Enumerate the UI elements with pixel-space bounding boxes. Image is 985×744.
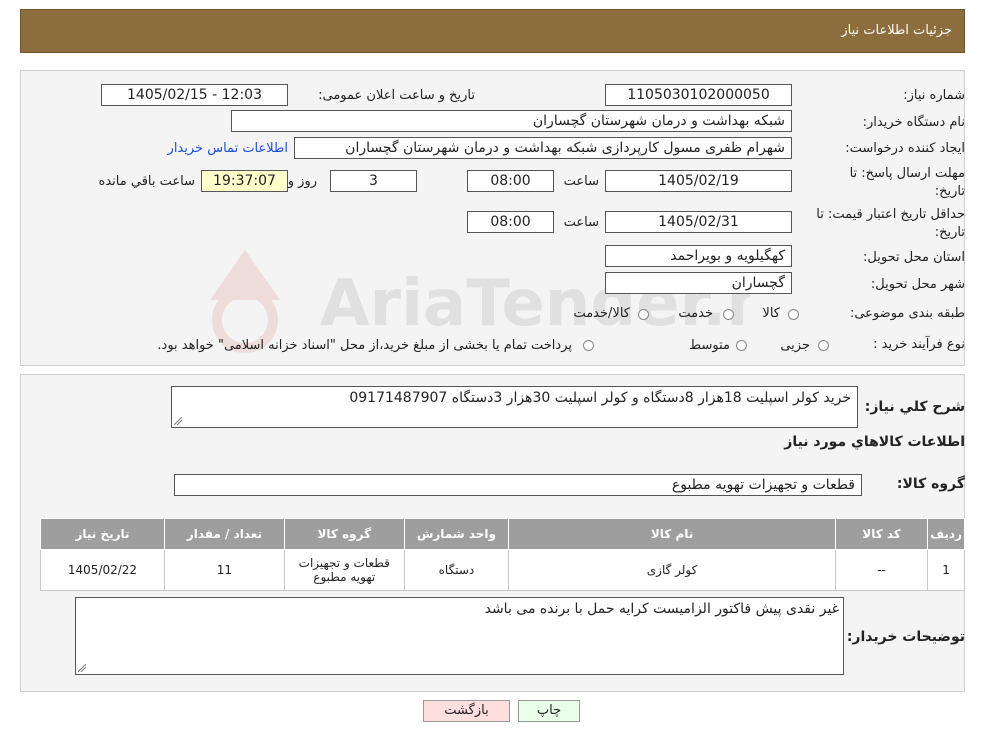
reply-time-field: 08:00 [467, 170, 554, 192]
province-label: استان محل تحویل: [863, 250, 965, 265]
category-radio-service[interactable] [723, 309, 734, 320]
category-option-service: خدمت [678, 306, 713, 321]
goods-group-label: گروه کالا: [896, 476, 965, 492]
description-box: خرید کولر اسپلیت 18هزار 8دستگاه و کولر ا… [171, 386, 858, 428]
price-validity-label-2: تاریخ: [934, 225, 965, 240]
buyer-notes-box: غیر نقدی پیش فاکتور الزامیست کرایه حمل ب… [75, 597, 844, 675]
cell-code: -- [834, 549, 929, 591]
cell-name: کولر گازی [508, 549, 836, 591]
category-radio-goods[interactable] [788, 309, 799, 320]
buyer-notes-text: غیر نقدی پیش فاکتور الزامیست کرایه حمل ب… [484, 601, 839, 617]
category-label: طبقه بندی موضوعی: [849, 306, 965, 321]
price-validity-time-field: 08:00 [467, 211, 554, 233]
remaining-label: ساعت باقي مانده [98, 174, 195, 189]
category-option-goods-service: کالا/خدمت [573, 306, 630, 321]
city-field: گچساران [605, 272, 792, 294]
remaining-days-field: 3 [330, 170, 417, 192]
requester-label: ایجاد کننده درخواست: [845, 141, 965, 156]
buyer-notes-label: توضیحات خریدار: [846, 629, 965, 645]
goods-section-title: اطلاعات کالاهاي مورد نياز [784, 434, 965, 450]
col-header-unit: واحد شمارش [403, 518, 510, 550]
need-number-label: شماره نیاز: [903, 88, 965, 103]
need-number-field: 1105030102000050 [605, 84, 792, 106]
process-note: پرداخت تمام یا بخشی از مبلغ خرید،از محل … [157, 338, 572, 353]
back-button[interactable]: بازگشت [423, 700, 510, 722]
process-label: نوع فرآیند خرید : [873, 337, 965, 352]
process-radio-treasury[interactable] [583, 340, 594, 351]
resize-handle-icon[interactable] [174, 417, 182, 425]
cell-group: قطعات و تجهیزات تهویه مطبوع [283, 549, 405, 591]
table-row: 1 -- کولر گازی دستگاه قطعات و تجهیزات ته… [40, 549, 965, 591]
table-header-row: رديف کد کالا نام کالا واحد شمارش گروه کا… [40, 518, 965, 550]
page-header: جزئیات اطلاعات نیاز [20, 9, 965, 53]
col-header-group: گروه کالا [283, 518, 405, 550]
description-label: شرح کلي نياز: [864, 399, 965, 415]
category-radio-goods-service[interactable] [638, 309, 649, 320]
page-title: جزئیات اطلاعات نیاز [841, 23, 952, 38]
description-text: خرید کولر اسپلیت 18هزار 8دستگاه و کولر ا… [349, 390, 851, 406]
requester-field: شهرام ظفری مسول کارپردازی شبکه بهداشت و … [294, 137, 792, 159]
reply-deadline-label: مهلت ارسال پاسخ: تا [849, 166, 965, 181]
cell-date: 1405/02/22 [40, 549, 165, 591]
col-header-row: رديف [927, 518, 965, 550]
province-field: کهگیلویه و بویراحمد [605, 245, 792, 267]
cell-qty: 11 [164, 549, 285, 591]
buyer-contact-link[interactable]: اطلاعات تماس خریدار [168, 141, 288, 156]
process-radio-minor[interactable] [818, 340, 829, 351]
price-validity-label: حداقل تاریخ اعتبار قیمت: تا [816, 207, 965, 222]
cell-unit: دستگاه [403, 549, 510, 591]
price-validity-time-label: ساعت [563, 215, 599, 230]
city-label: شهر محل تحویل: [870, 277, 965, 292]
announce-datetime-field: 1405/02/15 - 12:03 [101, 84, 288, 106]
buyer-org-field: شبکه بهداشت و درمان شهرستان گچساران [231, 110, 792, 132]
goods-group-field: قطعات و تجهیزات تهویه مطبوع [174, 474, 862, 496]
price-validity-date-field: 1405/02/31 [605, 211, 792, 233]
items-table: رديف کد کالا نام کالا واحد شمارش گروه کا… [40, 518, 965, 591]
print-button[interactable]: چاپ [518, 700, 580, 722]
cell-row-number: 1 [927, 549, 965, 591]
process-radio-medium[interactable] [736, 340, 747, 351]
announce-datetime-label: تاریخ و ساعت اعلان عمومی: [318, 88, 475, 103]
resize-handle-icon[interactable] [78, 664, 86, 672]
col-header-code: کد کالا [834, 518, 929, 550]
reply-date-field: 1405/02/19 [605, 170, 792, 192]
buyer-org-label: نام دستگاه خریدار: [862, 115, 965, 130]
remaining-time-field: 19:37:07 [201, 170, 288, 192]
col-header-qty: تعداد / مقدار [164, 518, 285, 550]
process-option-medium: متوسط [689, 338, 730, 353]
reply-time-label: ساعت [563, 174, 599, 189]
col-header-date: تاریخ نیاز [40, 518, 165, 550]
category-option-goods: کالا [762, 306, 780, 321]
days-and-label: روز و [287, 174, 317, 189]
col-header-name: نام کالا [508, 518, 836, 550]
process-option-minor: جزیی [780, 338, 810, 353]
reply-deadline-label-2: تاریخ: [934, 184, 965, 199]
